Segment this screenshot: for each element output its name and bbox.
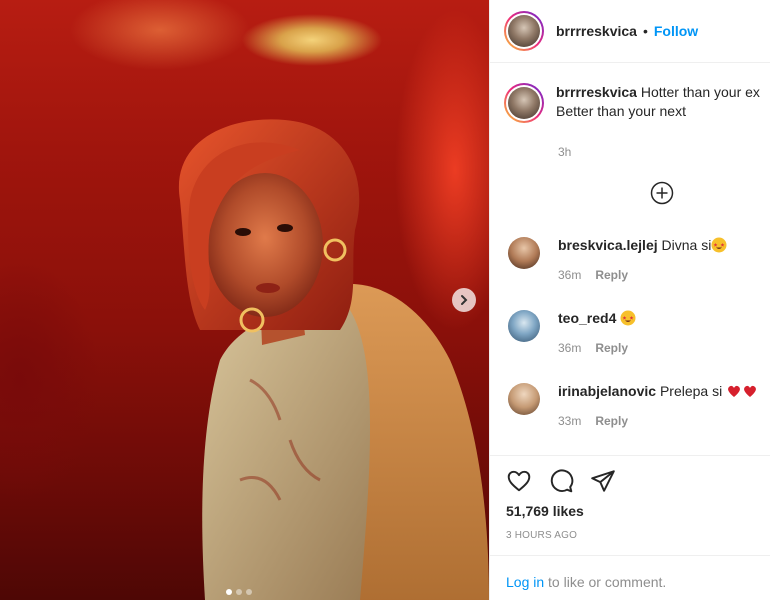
- follow-button[interactable]: Follow: [654, 23, 698, 39]
- comment-username[interactable]: teo_red4: [558, 310, 616, 326]
- comment-item: irinabjelanovic Prelepa si 33m Reply: [508, 383, 770, 428]
- plus-circle-icon[interactable]: [650, 181, 674, 205]
- next-photo-button[interactable]: [452, 288, 476, 312]
- divider: [490, 555, 770, 556]
- caption-username[interactable]: brrrreskvica: [556, 84, 637, 100]
- comment-text: Divna si: [661, 237, 712, 253]
- login-link[interactable]: Log in: [506, 574, 544, 590]
- comment-username[interactable]: breskvica.lejlej: [558, 237, 658, 253]
- comment-avatar[interactable]: [508, 383, 540, 415]
- caption-text-line2: Better than your next: [556, 103, 686, 119]
- author-username[interactable]: brrrreskvica: [556, 23, 637, 39]
- comment-avatar[interactable]: [508, 310, 540, 342]
- comment-avatar[interactable]: [508, 237, 540, 269]
- red-heart-emoji: [744, 385, 757, 397]
- caption: brrrreskvica Hotter than your ex Better …: [490, 63, 770, 123]
- comment-username[interactable]: irinabjelanovic: [558, 383, 656, 399]
- divider: [490, 455, 770, 456]
- caption-time: 3h: [558, 145, 572, 159]
- action-bar: [506, 468, 616, 494]
- caption-avatar[interactable]: [504, 83, 544, 123]
- login-prompt-text: to like or comment.: [544, 574, 667, 590]
- post-header: brrrreskvica • Follow: [490, 0, 770, 63]
- heart-icon[interactable]: [506, 468, 532, 494]
- comment-item: breskvica.lejlej Divna si 36m Reply: [508, 237, 770, 282]
- carousel-indicator: [226, 589, 252, 595]
- star-struck-emoji: [711, 237, 727, 253]
- reply-button[interactable]: Reply: [595, 414, 628, 428]
- caption-text-line1: Hotter than your ex: [640, 84, 760, 100]
- chevron-right-icon: [461, 295, 468, 305]
- post-photo[interactable]: [0, 0, 489, 600]
- carousel-dot: [236, 589, 242, 595]
- comment-icon[interactable]: [548, 468, 574, 494]
- post-sidebar: brrrreskvica • Follow brrrreskvica Hotte…: [489, 0, 770, 600]
- separator-dot: •: [642, 23, 648, 39]
- comment-time: 36m: [558, 341, 582, 355]
- comment-time: 36m: [558, 268, 582, 282]
- carousel-dot-active: [226, 589, 232, 595]
- star-struck-emoji: [620, 310, 636, 326]
- post-timestamp: 3 HOURS AGO: [506, 530, 578, 541]
- red-heart-emoji: [728, 385, 741, 397]
- comment-item: teo_red4 36m Reply: [508, 310, 770, 355]
- portrait-figure: [178, 119, 489, 600]
- carousel-dot: [246, 589, 252, 595]
- reply-button[interactable]: Reply: [595, 268, 628, 282]
- author-avatar[interactable]: [504, 11, 544, 51]
- reply-button[interactable]: Reply: [595, 341, 628, 355]
- comment-time: 33m: [558, 414, 582, 428]
- login-prompt: Log in to like or comment.: [506, 574, 666, 590]
- share-icon[interactable]: [590, 468, 616, 494]
- comment-text: Prelepa si: [659, 383, 723, 399]
- likes-count[interactable]: 51,769 likes: [506, 503, 584, 519]
